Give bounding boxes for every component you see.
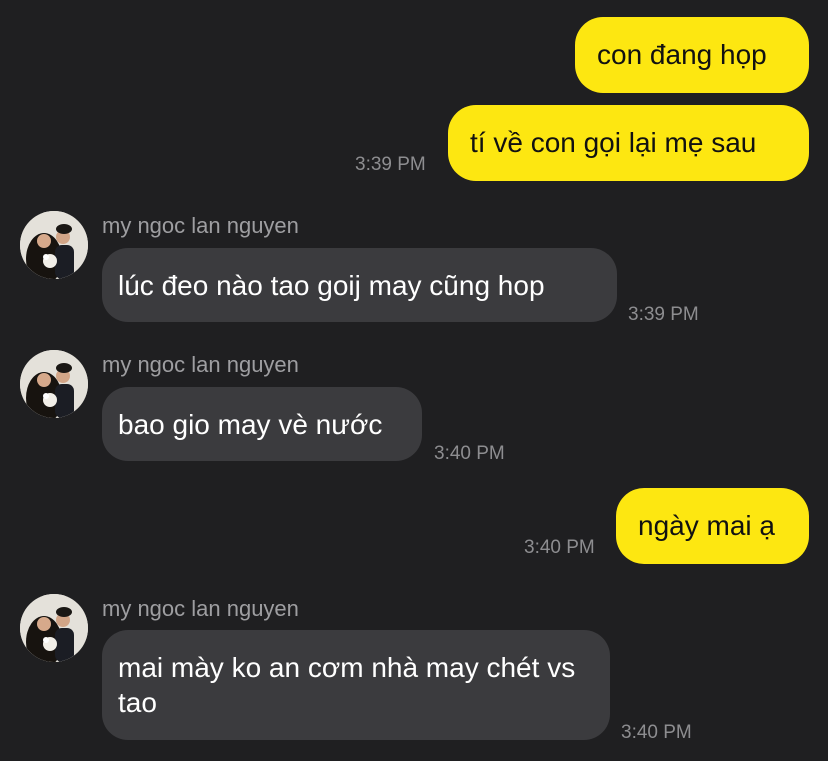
outgoing-message-bubble[interactable]: tí về con gọi lại mẹ sau: [448, 105, 809, 181]
message-timestamp: 3:39 PM: [355, 154, 426, 175]
incoming-message-bubble[interactable]: mai mày ko an cơm nhà may chét vs tao: [102, 630, 610, 740]
message-timestamp: 3:39 PM: [628, 304, 699, 325]
chat-thread: con đang họp 3:39 PM tí về con gọi lại m…: [0, 0, 828, 761]
sender-avatar[interactable]: [20, 211, 88, 279]
sender-name: my ngoc lan nguyen: [102, 352, 299, 377]
message-timestamp: 3:40 PM: [524, 537, 595, 558]
outgoing-message-bubble[interactable]: ngày mai ạ: [616, 488, 809, 564]
message-timestamp: 3:40 PM: [434, 443, 505, 464]
profile-photo-icon: [20, 211, 88, 279]
profile-photo-icon: [20, 594, 88, 662]
sender-avatar[interactable]: [20, 594, 88, 662]
sender-avatar[interactable]: [20, 350, 88, 418]
sender-name: my ngoc lan nguyen: [102, 213, 299, 238]
outgoing-message-bubble[interactable]: con đang họp: [575, 17, 809, 93]
incoming-message-bubble[interactable]: lúc đeo nào tao goij may cũng hop: [102, 248, 617, 322]
profile-photo-icon: [20, 350, 88, 418]
sender-name: my ngoc lan nguyen: [102, 596, 299, 621]
incoming-message-bubble[interactable]: bao gio may vè nước: [102, 387, 422, 461]
message-timestamp: 3:40 PM: [621, 722, 692, 743]
